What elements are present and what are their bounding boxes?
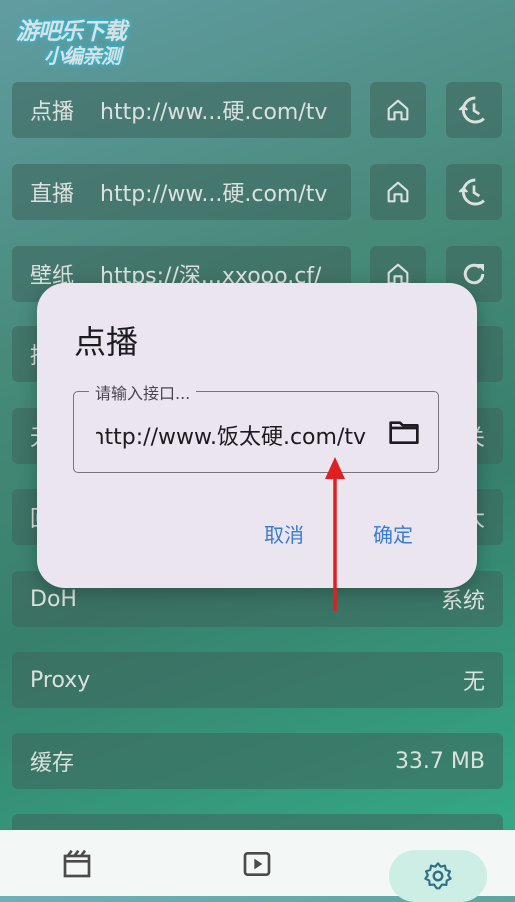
gear-icon bbox=[424, 862, 452, 890]
annotation-arrow bbox=[325, 457, 345, 611]
film-icon[interactable] bbox=[61, 848, 93, 880]
api-url-input[interactable]: http://www.饭太硬.com/tv bbox=[96, 419, 366, 451]
confirm-button[interactable]: 确定 bbox=[373, 519, 413, 548]
api-url-field[interactable]: 请输入接口... http://www.饭太硬.com/tv bbox=[73, 380, 439, 473]
settings-tab[interactable] bbox=[389, 850, 487, 902]
api-url-value: http://www.饭太硬.com/tv bbox=[96, 425, 366, 450]
cancel-button[interactable]: 取消 bbox=[264, 519, 304, 548]
folder-icon[interactable] bbox=[388, 418, 420, 446]
play-icon[interactable] bbox=[241, 848, 273, 880]
vod-url-dialog: 点播 请输入接口... http://www.饭太硬.com/tv 取消 确定 bbox=[37, 283, 477, 588]
dialog-title: 点播 bbox=[74, 323, 139, 361]
api-url-field-label: 请输入接口... bbox=[89, 380, 197, 404]
bottom-nav bbox=[0, 830, 515, 902]
